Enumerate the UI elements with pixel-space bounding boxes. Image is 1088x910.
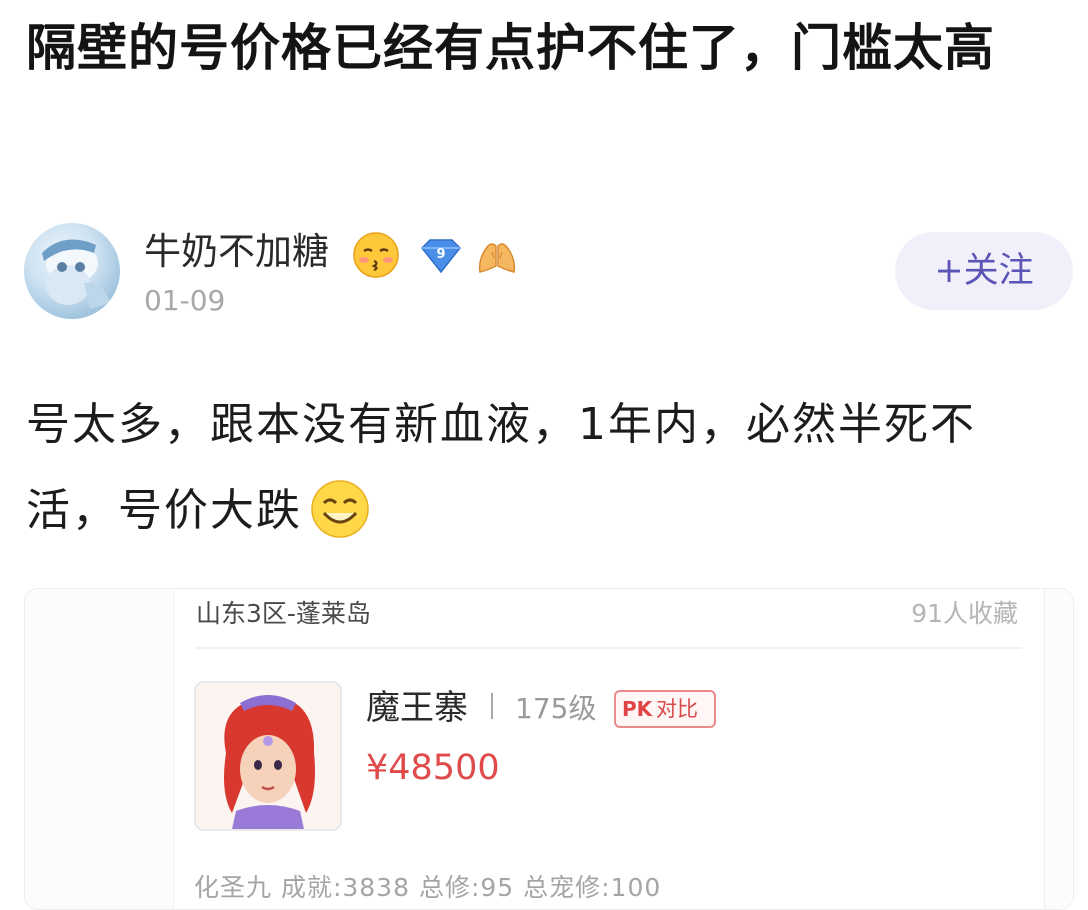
listing-content: 山东3区-蓬莱岛 91人收藏 魔王寨 175级 PK 对比 ¥48500 化圣九… [173, 589, 1045, 909]
post-body: 号太多，跟本没有新血液，1年内，必然半死不活，号价大跌 [26, 382, 1066, 554]
pk-icon: PK [622, 697, 653, 721]
post-title: 隔壁的号价格已经有点护不住了，门槛太高 [26, 19, 995, 77]
kissing-face-emoji-icon [352, 231, 400, 279]
favorites-count: 91人收藏 [911, 599, 1018, 628]
character-portrait-image [196, 683, 340, 829]
character-portrait[interactable] [194, 681, 342, 831]
listing-price: ¥48500 [366, 748, 500, 788]
post-body-text: 号太多，跟本没有新血液，1年内，必然半死不活，号价大跌 [26, 399, 976, 536]
character-stats: 化圣九 成就:3838 总修:95 总宠修:100 [194, 873, 662, 902]
grinning-face-emoji-icon [310, 479, 370, 539]
divider [196, 647, 1022, 649]
follow-button[interactable]: +关注 [895, 232, 1073, 310]
server-label: 山东3区-蓬莱岛 [196, 599, 371, 628]
post-date: 01-09 [144, 284, 226, 317]
badge-level: 9 [436, 247, 445, 262]
author-name[interactable]: 牛奶不加糖 [144, 228, 329, 276]
compare-label: 对比 [656, 697, 698, 721]
compare-button[interactable]: PK 对比 [614, 690, 716, 728]
listing-card[interactable]: 山东3区-蓬莱岛 91人收藏 魔王寨 175级 PK 对比 ¥48500 化圣九… [24, 588, 1074, 910]
praying-hands-icon [474, 236, 520, 276]
character-name: 魔王寨 [366, 688, 468, 728]
vip-diamond-badge-icon: 9 [416, 236, 466, 276]
character-level: 175级 [515, 692, 597, 725]
avatar-image [42, 239, 110, 309]
level-separator [491, 693, 493, 719]
author-avatar[interactable] [24, 223, 120, 319]
